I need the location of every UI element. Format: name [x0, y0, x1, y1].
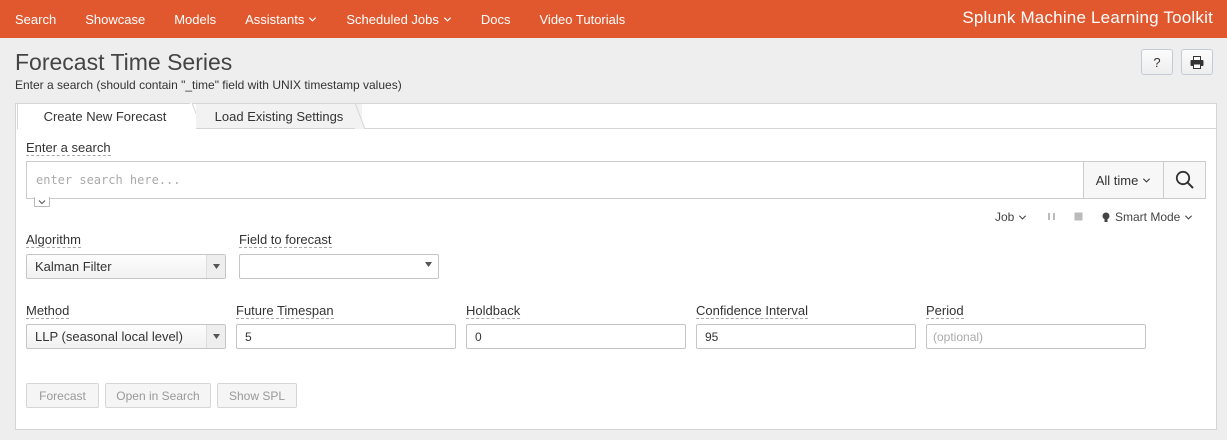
search-box	[26, 161, 1084, 199]
confidence-interval-value: 95	[705, 329, 719, 344]
algorithm-value: Kalman Filter	[35, 259, 112, 274]
chevron-down-icon	[1143, 177, 1151, 183]
forecast-button[interactable]: Forecast	[26, 383, 99, 408]
pause-icon[interactable]	[1047, 212, 1056, 221]
nav-item-assistants-label: Assistants	[245, 11, 305, 27]
period-placeholder: (optional)	[933, 329, 984, 344]
future-timespan-field[interactable]: 5	[236, 324, 456, 349]
chevron-down-icon	[38, 199, 46, 204]
field-to-forecast-label: Field to forecast	[239, 232, 332, 248]
main-nav: Search Showcase Models Assistants Schedu…	[0, 0, 654, 38]
show-spl-button[interactable]: Show SPL	[217, 383, 297, 408]
job-label: Job	[995, 210, 1015, 224]
nav-item-scheduled-jobs[interactable]: Scheduled Jobs	[346, 12, 452, 27]
algorithm-select[interactable]: Kalman Filter	[26, 254, 226, 279]
confidence-interval-field[interactable]: 95	[696, 324, 916, 349]
field-to-forecast-select[interactable]	[239, 254, 439, 279]
chevron-down-icon	[443, 16, 451, 22]
open-in-search-button[interactable]: Open in Search	[105, 383, 211, 408]
search-expand-toggle[interactable]	[34, 197, 50, 207]
algorithm-label: Algorithm	[26, 232, 81, 248]
nav-item-video-tutorials[interactable]: Video Tutorials	[540, 12, 626, 27]
job-menu[interactable]: Job	[995, 210, 1027, 224]
time-range-picker[interactable]: All time	[1083, 161, 1164, 199]
search-mode-menu[interactable]: Smart Mode	[1102, 210, 1193, 224]
lightbulb-icon	[1102, 212, 1110, 222]
future-timespan-label: Future Timespan	[236, 303, 334, 319]
period-field[interactable]: (optional)	[926, 324, 1146, 349]
method-label: Method	[26, 303, 70, 319]
future-timespan-value: 5	[245, 329, 252, 344]
nav-item-search[interactable]: Search	[15, 12, 56, 27]
help-button[interactable]: ?	[1141, 49, 1173, 75]
search-icon	[1175, 170, 1194, 189]
search-button[interactable]	[1163, 161, 1206, 199]
nav-item-assistants[interactable]: Assistants	[245, 12, 317, 27]
holdback-label: Holdback	[466, 303, 521, 319]
top-nav-bar: Search Showcase Models Assistants Schedu…	[0, 0, 1227, 38]
print-icon	[1190, 55, 1204, 69]
tab-create-new-forecast[interactable]: Create New Forecast	[17, 103, 192, 129]
confidence-interval-label: Confidence Interval	[696, 303, 809, 319]
tab-load-existing-settings[interactable]: Load Existing Settings	[196, 103, 362, 129]
nav-item-models[interactable]: Models	[174, 12, 216, 27]
dropdown-arrow-icon	[206, 325, 225, 348]
print-button[interactable]	[1181, 49, 1213, 75]
nav-item-showcase[interactable]: Showcase	[85, 12, 145, 27]
tab-edge	[355, 103, 366, 129]
page-title: Forecast Time Series	[15, 49, 233, 75]
search-mode-label: Smart Mode	[1115, 210, 1181, 224]
chevron-down-icon	[1185, 214, 1193, 220]
help-icon: ?	[1153, 54, 1161, 70]
method-value: LLP (seasonal local level)	[35, 329, 183, 344]
nav-item-scheduled-jobs-label: Scheduled Jobs	[346, 11, 439, 27]
tab-divider	[365, 128, 1216, 129]
period-label: Period	[926, 303, 964, 319]
app-brand-title: Splunk Machine Learning Toolkit	[962, 8, 1213, 27]
nav-item-docs[interactable]: Docs	[481, 12, 511, 27]
holdback-value: 0	[475, 329, 482, 344]
method-select[interactable]: LLP (seasonal local level)	[26, 324, 226, 349]
dropdown-arrow-icon	[425, 262, 432, 267]
holdback-field[interactable]: 0	[466, 324, 686, 349]
search-label: Enter a search	[26, 140, 111, 156]
time-range-label: All time	[1095, 172, 1139, 188]
dropdown-arrow-icon	[206, 255, 225, 278]
stop-icon[interactable]	[1074, 212, 1083, 221]
page-subtitle: Enter a search (should contain "_time" f…	[15, 78, 402, 92]
chevron-down-icon	[309, 16, 317, 22]
chevron-down-icon	[1019, 214, 1027, 220]
search-input[interactable]	[27, 162, 1084, 198]
